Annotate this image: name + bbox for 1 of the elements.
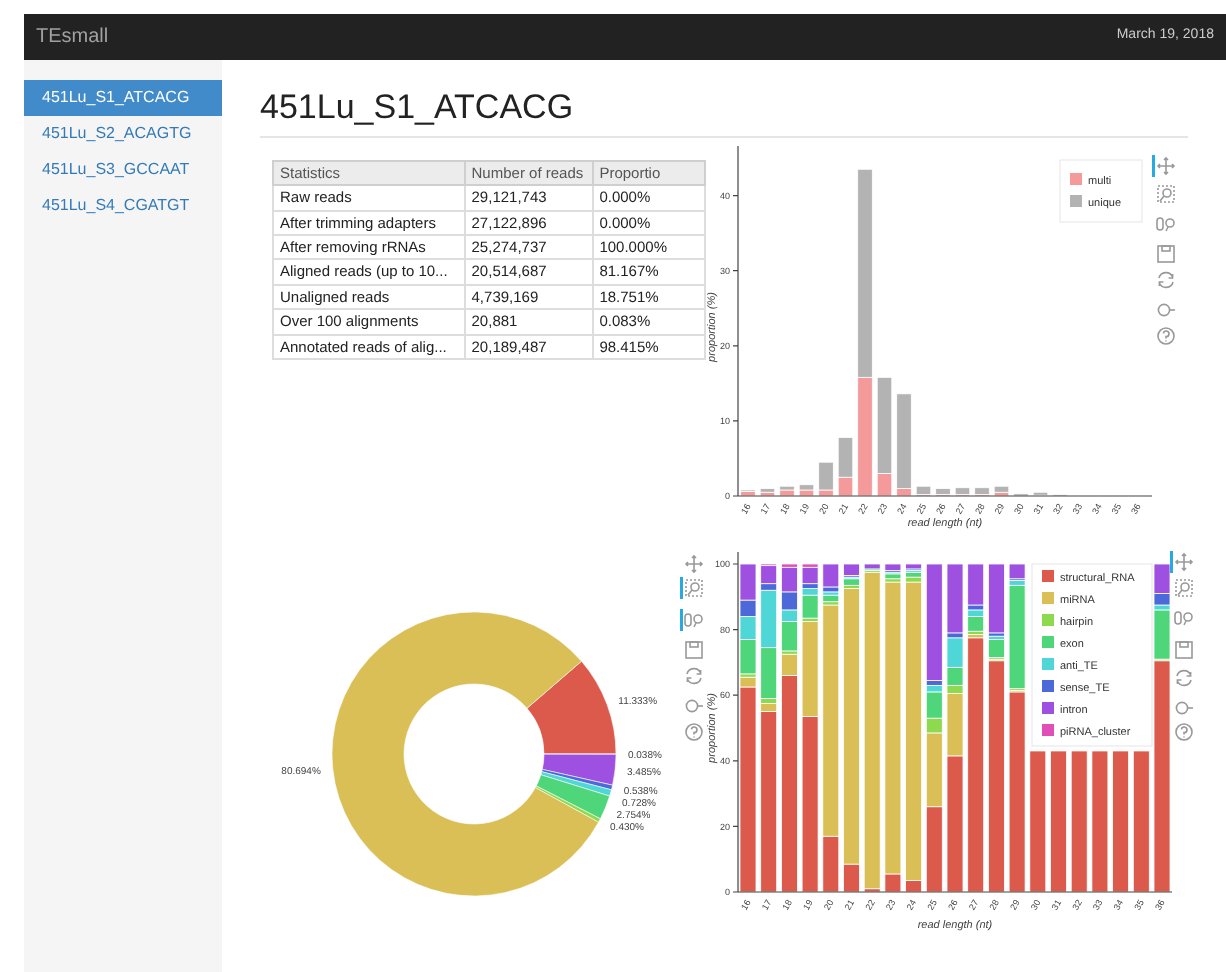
page-heading: 451Lu_S1_ATCACG — [260, 88, 576, 128]
